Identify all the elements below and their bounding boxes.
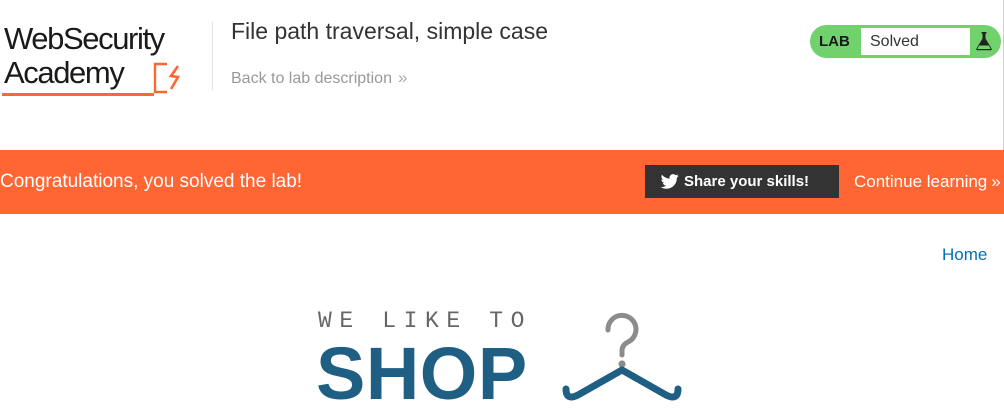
lab-tag: LAB xyxy=(819,33,850,50)
flask-icon xyxy=(976,32,992,51)
back-link-label: Back to lab description xyxy=(231,70,392,87)
shop-word: SHOP xyxy=(316,332,528,415)
share-skills-button[interactable]: Share your skills! xyxy=(645,165,839,198)
back-to-description-link[interactable]: Back to lab description » xyxy=(231,68,407,89)
logo-line2: Academy xyxy=(4,55,125,90)
double-chevron-right-icon: » xyxy=(991,172,1001,191)
header-divider xyxy=(212,22,213,90)
solved-banner: Congratulations, you solved the lab! Sha… xyxy=(0,150,1004,214)
twitter-icon xyxy=(661,174,679,189)
home-link[interactable]: Home xyxy=(942,245,987,265)
congratulations-message: Congratulations, you solved the lab! xyxy=(0,171,303,192)
logo-underline xyxy=(2,93,154,96)
lab-title: File path traversal, simple case xyxy=(231,18,549,44)
page: WebSecurity Academy File path traversal,… xyxy=(0,0,1004,419)
continue-learning-label: Continue learning xyxy=(854,172,988,191)
continue-learning-link[interactable]: Continue learning» xyxy=(854,171,1001,193)
share-button-label: Share your skills! xyxy=(684,173,810,190)
shop-tagline: WE LIKE TO xyxy=(318,308,533,334)
lab-status-text: Solved xyxy=(861,28,970,55)
hanger-icon xyxy=(562,312,682,401)
academy-logo[interactable]: WebSecurity Academy xyxy=(2,22,212,98)
logo-line1: WebSecurity xyxy=(4,21,165,56)
double-chevron-right-icon: » xyxy=(397,68,408,87)
logo-lightning-icon xyxy=(153,62,181,94)
lab-status-widget: LAB Solved xyxy=(810,25,1001,58)
